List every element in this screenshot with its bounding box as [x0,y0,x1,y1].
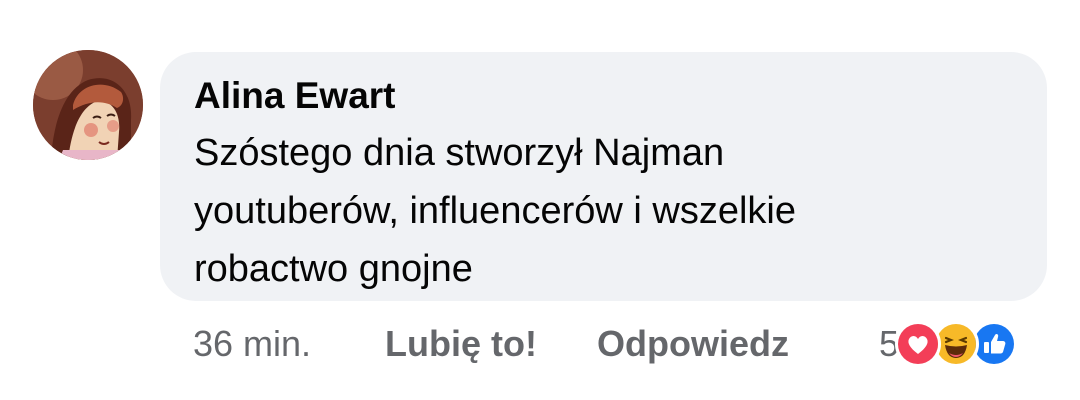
love-icon [895,321,942,367]
like-button[interactable]: Lubię to! [385,320,537,368]
reactions-summary[interactable]: 5 [879,320,1018,368]
comment-actions: 36 min. Lubię to! Odpowiedz 5 [193,320,1053,368]
avatar-illustration [33,50,143,160]
reply-button[interactable]: Odpowiedz [597,320,789,368]
comment-text: Szóstego dnia stworzył Najman youtuberów… [194,132,796,290]
comment-author[interactable]: Alina Ewart [194,74,1013,118]
comment-bubble: Alina Ewart Szóstego dnia stworzył Najma… [160,52,1047,301]
avatar[interactable] [33,50,143,160]
comment: Alina Ewart Szóstego dnia stworzył Najma… [0,0,1080,400]
comment-timestamp[interactable]: 36 min. [193,320,311,368]
